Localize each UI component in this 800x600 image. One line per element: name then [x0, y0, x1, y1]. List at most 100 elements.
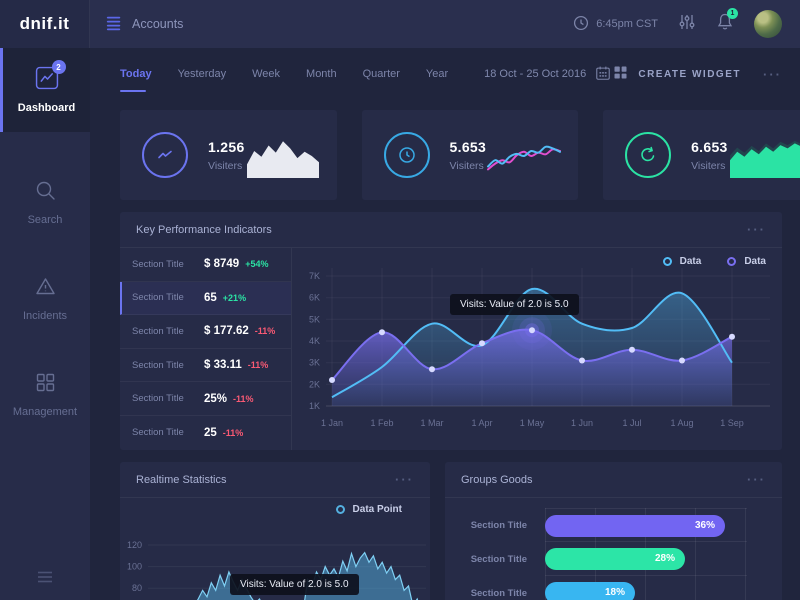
- tab-month[interactable]: Month: [306, 62, 337, 86]
- kpi-overflow-menu[interactable]: ···: [747, 223, 766, 236]
- realtime-overflow-menu[interactable]: ···: [395, 473, 414, 486]
- svg-text:7K: 7K: [309, 271, 320, 281]
- app-root: dnif.it Accounts 6:45pm CST 1: [0, 0, 800, 600]
- stat-value: 6.653: [691, 139, 728, 155]
- toolbar-overflow-menu[interactable]: ···: [763, 68, 782, 81]
- svg-text:6K: 6K: [309, 293, 320, 303]
- svg-text:3K: 3K: [309, 358, 320, 368]
- avatar[interactable]: [754, 10, 782, 38]
- kpi-legend: Data Data: [663, 256, 766, 267]
- kpi-row[interactable]: Section Title $ 33.11 -11%: [120, 349, 291, 383]
- legend-item: Data: [663, 256, 702, 267]
- sidebar-item-management[interactable]: Management: [0, 354, 90, 434]
- bar-row[interactable]: Section Title 28%: [445, 542, 782, 576]
- sparkline-chart: [486, 131, 562, 179]
- svg-text:1 May: 1 May: [520, 418, 545, 428]
- svg-text:1 Jun: 1 Jun: [571, 418, 593, 428]
- delta-badge: -11%: [223, 428, 244, 438]
- stat-cards-row: 1.256 Visiters 5.653 Visiters: [120, 110, 782, 200]
- topbar-section-label: Accounts: [132, 17, 183, 31]
- delta-badge: +54%: [245, 259, 268, 269]
- kpi-list: Section Title $ 8749 +54% Section Title …: [120, 248, 292, 450]
- sidebar-item-incidents[interactable]: Incidents: [0, 258, 90, 338]
- legend-ring-blue: [663, 257, 672, 266]
- realtime-panel-title: Realtime Statistics: [136, 474, 226, 486]
- create-widget-label: CREATE WIDGET: [638, 69, 741, 80]
- stat-value: 5.653: [450, 139, 487, 155]
- topbar-right: 6:45pm CST 1: [573, 10, 800, 38]
- kpi-chart-svg: 1K2K3K4K5K6K7K1 Jan1 Feb1 Mar1 Apr1 May1…: [292, 248, 782, 450]
- clock-icon: [384, 132, 430, 178]
- delta-badge: -11%: [233, 394, 254, 404]
- tab-today[interactable]: Today: [120, 62, 152, 86]
- time-display: 6:45pm CST: [573, 15, 658, 34]
- accounts-menu[interactable]: Accounts: [90, 15, 183, 34]
- sidebar: 2 Dashboard Search Incidents Management: [0, 48, 90, 600]
- sidebar-item-label: Incidents: [23, 310, 67, 322]
- kpi-row[interactable]: Section Title 25 -11%: [120, 416, 291, 450]
- time-text: 6:45pm CST: [596, 18, 658, 30]
- topbar: dnif.it Accounts 6:45pm CST 1: [0, 0, 800, 48]
- dashboard-badge: 2: [52, 60, 66, 74]
- main-content: Today Yesterday Week Month Quarter Year …: [90, 48, 800, 600]
- groups-goods-panel: Groups Goods ··· Section Title 36% Secti…: [445, 462, 782, 600]
- tab-quarter[interactable]: Quarter: [363, 62, 400, 86]
- tab-year[interactable]: Year: [426, 62, 448, 86]
- logo-cell[interactable]: dnif.it: [0, 0, 90, 48]
- stat-label: Visiters: [208, 160, 245, 172]
- svg-text:1 Jul: 1 Jul: [622, 418, 641, 428]
- kpi-row[interactable]: Section Title 65 +21%: [120, 282, 291, 316]
- collapse-menu-button[interactable]: [0, 570, 90, 584]
- toolbar: Today Yesterday Week Month Quarter Year …: [120, 48, 782, 100]
- date-range-picker[interactable]: 18 Oct - 25 Oct 2016: [484, 65, 611, 84]
- kpi-line-chart[interactable]: 1K2K3K4K5K6K7K1 Jan1 Feb1 Mar1 Apr1 May1…: [292, 248, 782, 450]
- realtime-panel: Realtime Statistics ··· 120 100 80 Data Po…: [120, 462, 430, 600]
- svg-text:5K: 5K: [309, 314, 320, 324]
- svg-text:80: 80: [132, 583, 142, 593]
- progress-bar: 18%: [545, 582, 635, 600]
- realtime-legend: Data Point: [336, 504, 402, 515]
- bar-row[interactable]: Section Title 18%: [445, 576, 782, 600]
- tab-yesterday[interactable]: Yesterday: [178, 62, 227, 86]
- legend-item: Data: [727, 256, 766, 267]
- stat-card-visitors-1[interactable]: 1.256 Visiters: [120, 110, 337, 200]
- sidebar-item-label: Dashboard: [18, 102, 75, 114]
- delta-badge: -11%: [248, 360, 269, 370]
- kpi-row[interactable]: Section Title 25% -11%: [120, 382, 291, 416]
- progress-bar: 28%: [545, 548, 685, 570]
- filters-sliders-icon[interactable]: [678, 13, 696, 36]
- stat-value: 1.256: [208, 139, 245, 155]
- kpi-row[interactable]: Section Title $ 177.62 -11%: [120, 315, 291, 349]
- warning-triangle-icon: [34, 275, 57, 301]
- sparkline-chart: [728, 131, 800, 179]
- notifications-button[interactable]: 1: [716, 12, 734, 36]
- svg-text:120: 120: [127, 540, 142, 550]
- groups-bar-chart: Section Title 36% Section Title 28%: [445, 498, 782, 600]
- stat-card-visitors-3[interactable]: 6.653 Visiters: [603, 110, 800, 200]
- svg-text:1K: 1K: [309, 401, 320, 411]
- svg-text:1 Sep: 1 Sep: [720, 418, 744, 428]
- sparkline-chart: [245, 131, 321, 179]
- sidebar-item-search[interactable]: Search: [0, 162, 90, 242]
- stat-label: Visiters: [691, 160, 728, 172]
- svg-text:2K: 2K: [309, 379, 320, 389]
- bottom-row: Realtime Statistics ··· 120 100 80 Data Po…: [120, 462, 782, 600]
- stat-label: Visiters: [450, 160, 487, 172]
- logo: dnif.it: [20, 14, 70, 34]
- bar-row[interactable]: Section Title 36%: [445, 508, 782, 542]
- stat-card-visitors-2[interactable]: 5.653 Visiters: [362, 110, 579, 200]
- svg-text:100: 100: [127, 562, 142, 572]
- groups-overflow-menu[interactable]: ···: [747, 473, 766, 486]
- kpi-row[interactable]: Section Title $ 8749 +54%: [120, 248, 291, 282]
- tab-week[interactable]: Week: [252, 62, 280, 86]
- svg-text:1 Jan: 1 Jan: [321, 418, 343, 428]
- sidebar-item-label: Management: [13, 406, 77, 418]
- sidebar-item-label: Search: [28, 214, 63, 226]
- bar-track: 36%: [545, 508, 747, 542]
- legend-item: Data Point: [336, 504, 402, 515]
- sidebar-item-dashboard[interactable]: 2 Dashboard: [0, 48, 90, 132]
- bar-track: 18%: [545, 576, 747, 600]
- create-widget-button[interactable]: CREATE WIDGET: [613, 65, 741, 83]
- trend-line-icon: [142, 132, 188, 178]
- legend-ring-purple: [727, 257, 736, 266]
